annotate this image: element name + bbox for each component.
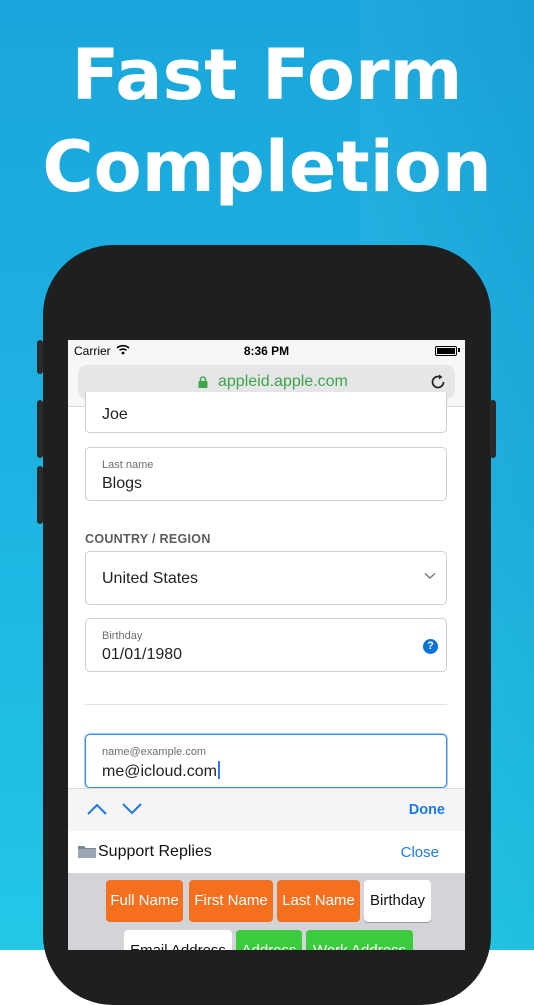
headline-line-1: Fast Form	[71, 34, 463, 116]
mute-switch	[37, 340, 43, 374]
reply-key-first-name[interactable]: First Name	[189, 880, 273, 922]
close-button[interactable]: Close	[401, 844, 439, 861]
reply-key-full-name[interactable]: Full Name	[106, 880, 183, 922]
birthday-field[interactable]: Birthday 01/01/1980 ?	[85, 618, 447, 672]
birthday-value: 01/01/1980	[102, 646, 183, 663]
birthday-label: Birthday	[102, 630, 143, 642]
reply-key-email-address[interactable]: Email Address	[124, 930, 232, 950]
battery-icon	[435, 346, 457, 356]
country-section-title: COUNTRY / REGION	[85, 532, 211, 546]
reply-key-work-address[interactable]: Work Address	[306, 930, 413, 950]
battery-tip	[458, 348, 460, 352]
volume-down-button	[37, 466, 43, 524]
first-name-field[interactable]: Joe	[85, 392, 447, 433]
last-name-value: Blogs	[102, 475, 143, 492]
email-field[interactable]: name@example.com me@icloud.com	[85, 734, 447, 788]
reply-keys-panel: Full Name First Name Last Name Birthday …	[68, 873, 465, 950]
reply-key-last-name[interactable]: Last Name	[277, 880, 360, 922]
country-value: United States	[102, 570, 199, 587]
text-cursor	[217, 761, 220, 779]
folder-icon	[78, 846, 96, 858]
phone-screen: Carrier 8:36 PM appleid.apple.com Joe La…	[68, 340, 465, 950]
last-name-label: Last name	[102, 459, 154, 471]
email-value: me@icloud.com	[102, 763, 217, 780]
reload-icon[interactable]	[429, 373, 447, 391]
power-button	[490, 400, 496, 458]
reply-key-address[interactable]: Address	[236, 930, 302, 950]
keyboard-accessory-bar: Done	[68, 788, 465, 832]
next-field-icon[interactable]	[121, 802, 143, 816]
done-button[interactable]: Done	[409, 802, 445, 818]
volume-up-button	[37, 400, 43, 458]
lock-icon	[198, 376, 208, 388]
replies-header: Support Replies Close	[68, 831, 465, 873]
status-time: 8:36 PM	[243, 344, 290, 358]
email-value-wrap: me@icloud.com	[102, 761, 220, 781]
help-icon[interactable]: ?	[423, 639, 438, 654]
reply-key-birthday[interactable]: Birthday	[364, 880, 431, 922]
last-name-field[interactable]: Last name Blogs	[85, 447, 447, 501]
previous-field-icon[interactable]	[86, 802, 108, 816]
section-divider	[85, 704, 447, 705]
country-select[interactable]: United States	[85, 551, 447, 605]
replies-title: Support Replies	[98, 843, 212, 860]
headline-line-2: Completion	[42, 126, 492, 208]
chevron-down-icon	[424, 572, 436, 579]
email-placeholder-label: name@example.com	[102, 746, 207, 758]
url-text: appleid.apple.com	[218, 373, 348, 390]
status-bar: Carrier 8:36 PM	[68, 340, 465, 362]
first-name-value: Joe	[102, 406, 128, 423]
